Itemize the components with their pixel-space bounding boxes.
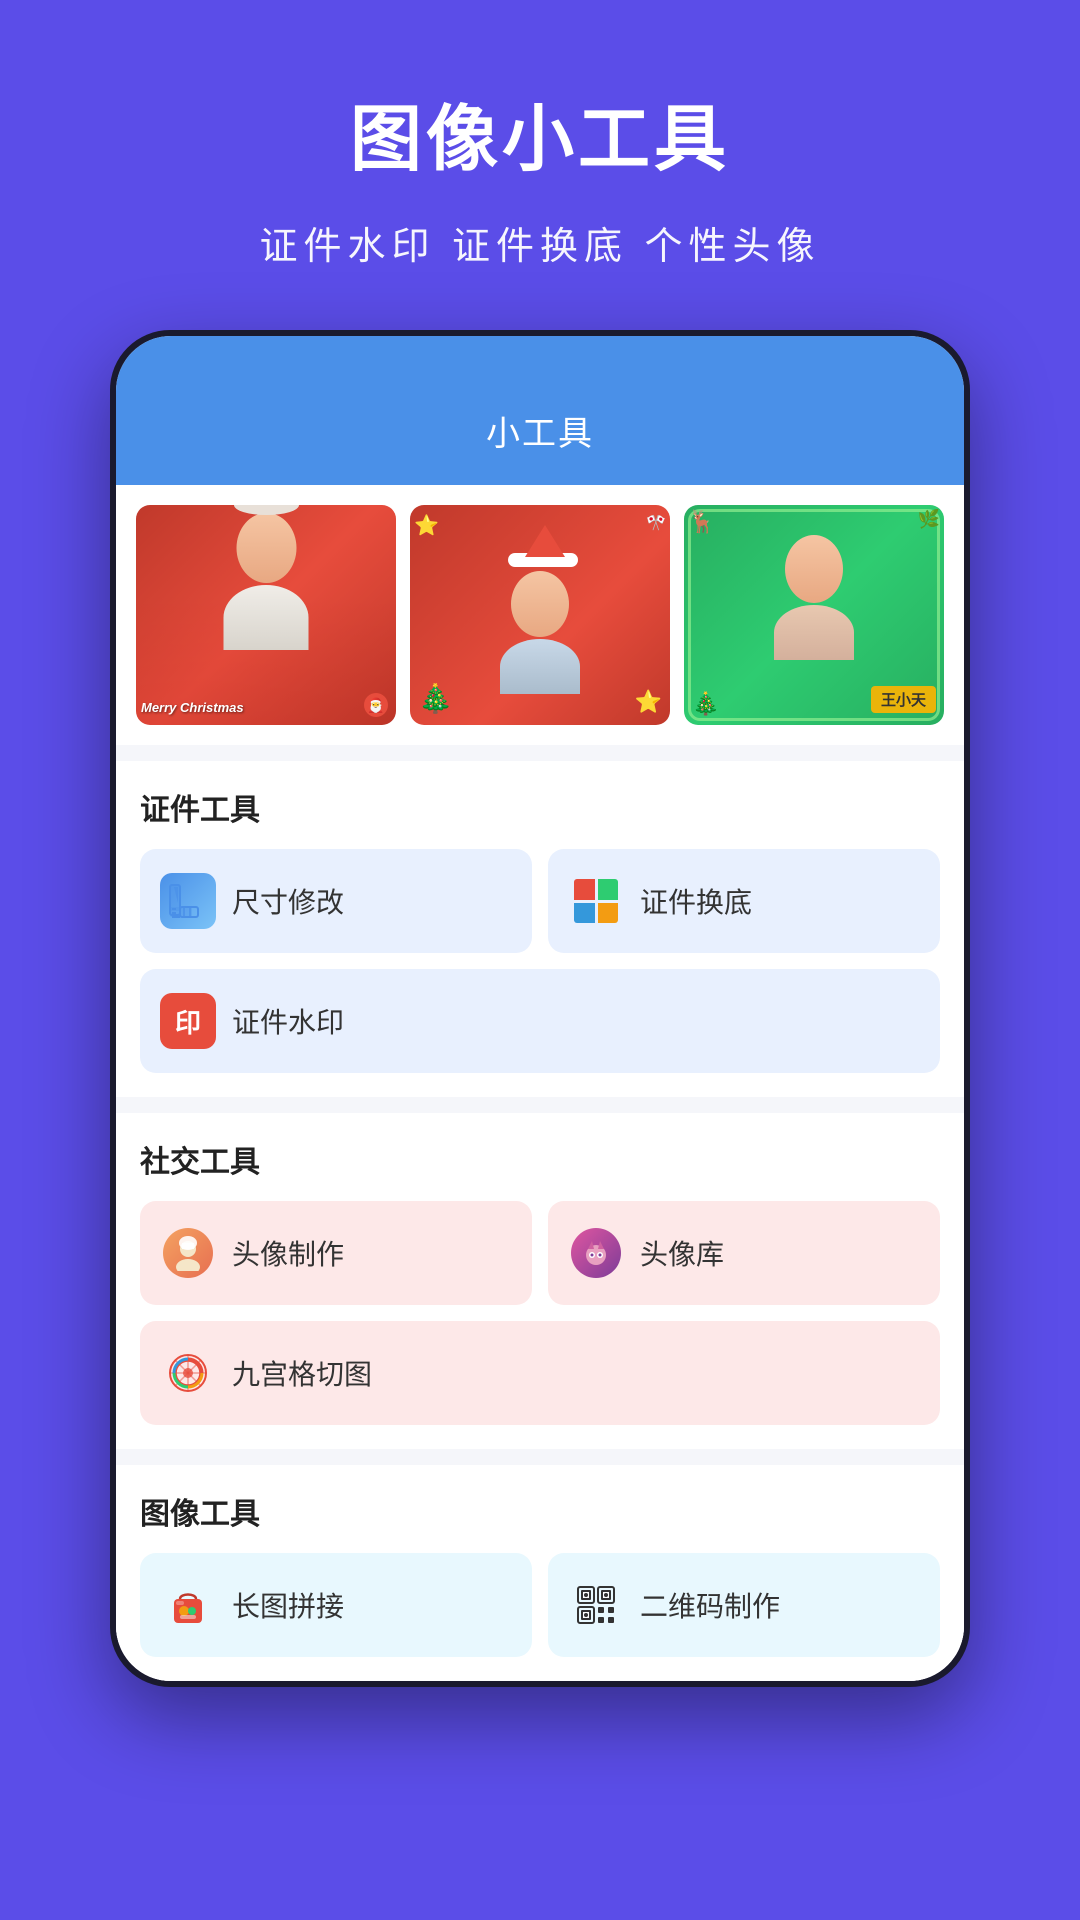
avatar-make-label: 头像制作 (232, 1233, 344, 1273)
main-title: 图像小工具 (40, 80, 1040, 185)
image-tools-section: 图像工具 (116, 1465, 964, 1681)
social-tools-grid: 头像制作 (140, 1201, 940, 1425)
watermark-label: 证件水印 (232, 1001, 344, 1041)
qrcode-button[interactable]: 二维码制作 (548, 1553, 940, 1657)
subtitle: 证件水印 证件换底 个性头像 (40, 215, 1040, 270)
ruler-svg (166, 879, 210, 923)
long-img-icon (160, 1577, 216, 1633)
bg-change-label: 证件换底 (640, 881, 752, 921)
star-decoration-1: ⭐ (414, 513, 439, 538)
bg-change-icon (568, 873, 624, 929)
cs-green (598, 879, 619, 900)
grid-cut-label: 九宫格切图 (232, 1353, 372, 1393)
avatar-lib-button[interactable]: 头像库 (548, 1201, 940, 1305)
avatar-lib-icon (568, 1225, 624, 1281)
santa-decoration: 🎅 (364, 693, 388, 717)
status-bar (116, 336, 964, 386)
antler-left: 🦌 (688, 509, 715, 535)
avatar-lib-svg (578, 1235, 614, 1271)
carousel-section: Merry Christmas 🎅 ⭐ 🎌 (116, 485, 964, 745)
shutter-svg (166, 1351, 210, 1395)
merry-christmas-text: Merry Christmas (141, 700, 244, 715)
longimg-svg (166, 1583, 210, 1627)
holly-right: 🌿 (918, 509, 940, 530)
grid-cut-button[interactable]: 九宫格切图 (140, 1321, 940, 1425)
cert-tools-grid: 尺寸修改 证件换底 (140, 849, 940, 1073)
cert-tools-section: 证件工具 (116, 761, 964, 1097)
carousel-item-3[interactable]: 🦌 🌿 王小天 🎄 (684, 505, 944, 725)
name-tag: 王小天 (871, 686, 936, 713)
watermark-button[interactable]: 印 证件水印 (140, 969, 940, 1073)
photo-3-bg: 🦌 🌿 王小天 🎄 (684, 505, 944, 725)
social-tools-title: 社交工具 (140, 1137, 940, 1181)
photo-1-bg: Merry Christmas 🎅 (136, 505, 396, 725)
social-tools-section: 社交工具 (116, 1113, 964, 1449)
qr-svg (574, 1583, 618, 1627)
photo-1-person (224, 513, 309, 650)
app-content: Merry Christmas 🎅 ⭐ 🎌 (116, 485, 964, 1681)
header-section: 图像小工具 证件水印 证件换底 个性头像 (0, 0, 1080, 330)
carousel-item-2[interactable]: ⭐ 🎌 🎄 (410, 505, 670, 725)
flag-decoration: 🎌 (646, 513, 666, 533)
grid-cut-icon (160, 1345, 216, 1401)
photo-2-bg: ⭐ 🎌 🎄 (410, 505, 670, 725)
photo-2-person (500, 525, 580, 694)
cs-blue (574, 903, 595, 924)
photo-3-person (774, 535, 854, 660)
resize-label: 尺寸修改 (232, 881, 344, 921)
cs-orange (598, 903, 619, 924)
watermark-icon: 印 (160, 993, 216, 1049)
long-img-label: 长图拼接 (232, 1585, 344, 1625)
avatar-circle (163, 1228, 213, 1278)
resize-button[interactable]: 尺寸修改 (140, 849, 532, 953)
avatar-lib-circle (571, 1228, 621, 1278)
phone-inner: 小工具 (116, 336, 964, 1681)
app-header-title: 小工具 (486, 415, 594, 453)
star-bottom: ⭐ (635, 689, 662, 715)
cs-red (574, 879, 595, 900)
phone-container: 小工具 (110, 330, 970, 1687)
xmas-tree-3: 🎄 (692, 691, 719, 717)
carousel-item-1[interactable]: Merry Christmas 🎅 (136, 505, 396, 725)
resize-icon (160, 873, 216, 929)
long-img-button[interactable]: 长图拼接 (140, 1553, 532, 1657)
app-header: 小工具 (116, 386, 964, 485)
avatar-make-icon (160, 1225, 216, 1281)
color-squares (574, 879, 618, 923)
cert-tools-title: 证件工具 (140, 785, 940, 829)
avatar-svg (170, 1235, 206, 1271)
tree-decoration: 🎄 (418, 682, 453, 715)
qrcode-icon (568, 1577, 624, 1633)
bg-change-button[interactable]: 证件换底 (548, 849, 940, 953)
image-tools-grid: 长图拼接 (140, 1553, 940, 1657)
qrcode-label: 二维码制作 (640, 1585, 780, 1625)
avatar-lib-label: 头像库 (640, 1233, 724, 1273)
image-tools-title: 图像工具 (140, 1489, 940, 1533)
avatar-make-button[interactable]: 头像制作 (140, 1201, 532, 1305)
